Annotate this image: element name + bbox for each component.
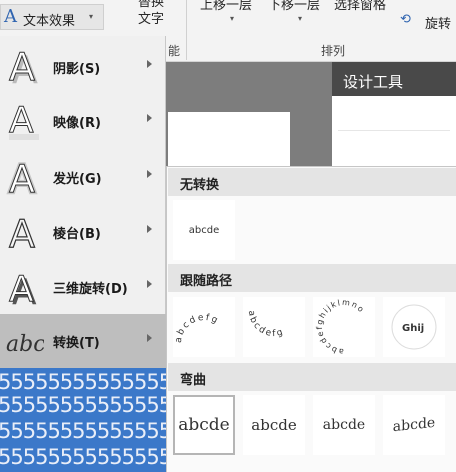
selection-pane-label: 选择窗格 [334, 0, 387, 13]
follow-path-arch-up-tile[interactable]: abcdefg [173, 297, 235, 357]
document-page-fragment [168, 112, 290, 168]
chevron-right-icon [147, 334, 152, 342]
ribbon-separator [186, 0, 187, 60]
menu-item-label: 棱台(B) [53, 227, 101, 242]
chevron-right-icon [147, 114, 152, 122]
svg-text:A: A [9, 212, 35, 253]
document-text-line: 5555555555555555 [0, 393, 166, 417]
bring-forward-label: 上移一层 [200, 0, 253, 13]
svg-text:abcdefghijklmno: abcdefghijklmno [315, 298, 367, 356]
chevron-down-icon: ▾ [298, 14, 303, 23]
arrange-group-label: 排列 [321, 44, 346, 58]
document-text-line: 5555555555555555 [0, 445, 166, 469]
follow-path-circle-tile[interactable]: abcdefghijklmno [313, 297, 375, 357]
chevron-right-icon [147, 225, 152, 233]
group-label-partial: 能 [168, 44, 181, 58]
letter-a-reflection-icon: A [9, 100, 39, 142]
tile-sample-text: abcde [392, 414, 436, 436]
section-header-warp: 弯曲 [168, 363, 456, 391]
warp-wave-tile[interactable]: abcde [383, 395, 445, 455]
svg-text:abcdefg: abcdefg [246, 310, 286, 339]
button-path-icon: Ghij [391, 304, 437, 350]
divider [338, 130, 450, 131]
transform-none-tile[interactable]: abcde [173, 200, 235, 260]
abc-transform-icon: abc [6, 332, 44, 357]
document-text-line: 5555555555555555 [0, 370, 166, 394]
tile-sample-text: abcdefg [246, 310, 284, 339]
design-tools-header: 设计工具 [332, 62, 456, 96]
tile-sample-text: abcde [178, 415, 230, 435]
design-tools-panel: 设计工具 [332, 62, 456, 172]
menu-item-shadow[interactable]: A A 阴影(S) [0, 40, 166, 94]
text-effects-icon: A [4, 6, 17, 27]
menu-item-transform[interactable]: abc 转换(T) [0, 314, 166, 368]
tile-sample-text: abcdefg [174, 313, 219, 344]
transform-gallery: 无转换 abcde 跟随路径 abcdefg abcdefg abcdefghi… [166, 166, 456, 472]
chevron-right-icon [147, 170, 152, 178]
section-header-no-transform: 无转换 [168, 168, 456, 196]
word-window: A 文本效果 ▾ 替换 文字 能 上移一层 ▾ 下移一层 ▾ 选择窗格 ⟲ 旋转… [0, 0, 456, 472]
rotate-button[interactable]: ⟲ 旋转 [400, 12, 456, 32]
letter-a-bevel-icon: A [8, 211, 35, 253]
menu-item-label: 发光(G) [53, 172, 102, 187]
svg-text:abc: abc [6, 332, 44, 357]
warp-slant-tile[interactable]: abcde [313, 395, 375, 455]
svg-text:A: A [9, 46, 35, 88]
svg-text:A: A [9, 269, 34, 308]
menu-item-3d-rotation[interactable]: A A 三维旋转(D) [0, 260, 166, 314]
menu-item-label: 映像(R) [53, 116, 101, 131]
tile-sample-text: abcde [251, 416, 297, 434]
circle-path-icon: abcdefghijklmno [315, 298, 367, 356]
follow-path-button-tile[interactable]: Ghij [383, 297, 445, 357]
replace-text-line1: 替换 [138, 0, 165, 10]
text-effects-label: 文本效果 [23, 14, 76, 29]
menu-item-reflection[interactable]: A 映像(R) [0, 94, 166, 148]
chevron-right-icon [147, 280, 152, 288]
replace-text-button[interactable]: 替换 文字 [138, 0, 164, 28]
tile-sample-text: abcde [188, 224, 220, 236]
follow-path-arch-down-tile[interactable]: abcdefg [243, 297, 305, 357]
rotate-icon: ⟲ [400, 12, 411, 27]
send-backward-label: 下移一层 [268, 0, 321, 13]
tile-sample-text: Ghij [402, 323, 424, 334]
section-header-follow-path: 跟随路径 [168, 264, 456, 292]
arch-up-icon: abcdefg [174, 313, 221, 344]
menu-item-bevel[interactable]: A 棱台(B) [0, 205, 166, 259]
chevron-down-icon: ▾ [89, 12, 94, 21]
menu-item-label: 阴影(S) [53, 62, 101, 77]
document-text-selection[interactable]: 55555555555555 55 555555555555 5555 555555… [0, 368, 166, 472]
replace-text-line2: 文字 [138, 12, 165, 27]
warp-plain-tile[interactable]: abcde [173, 395, 235, 455]
letter-a-3d-rotation-icon: A A [9, 269, 38, 309]
letter-a-glow-icon: A A [7, 156, 37, 198]
svg-text:abcdefg: abcdefg [174, 313, 221, 344]
arch-down-icon: abcdefg [246, 310, 286, 339]
rotate-label: 旋转 [425, 17, 452, 32]
tile-sample-text: abcdefghijklmno [315, 298, 365, 356]
tile-sample-text: abcde [322, 417, 366, 433]
text-effects-button[interactable]: A 文本效果 ▾ [0, 4, 104, 30]
warp-arch-tile[interactable]: abcde [243, 395, 305, 455]
letter-a-shadow-icon: A A [9, 46, 39, 88]
document-text-line: 5555555555555555 [0, 419, 166, 443]
svg-text:A: A [9, 157, 35, 198]
chevron-down-icon: ▾ [230, 14, 235, 23]
menu-item-label: 三维旋转(D) [53, 282, 128, 297]
chevron-right-icon [147, 60, 152, 68]
text-effects-menu: A A 阴影(S) A 映像(R) A A 发光(G) A 棱台(B) A A … [0, 36, 166, 368]
menu-item-glow[interactable]: A A 发光(G) [0, 150, 166, 204]
menu-item-label: 转换(T) [53, 336, 100, 351]
